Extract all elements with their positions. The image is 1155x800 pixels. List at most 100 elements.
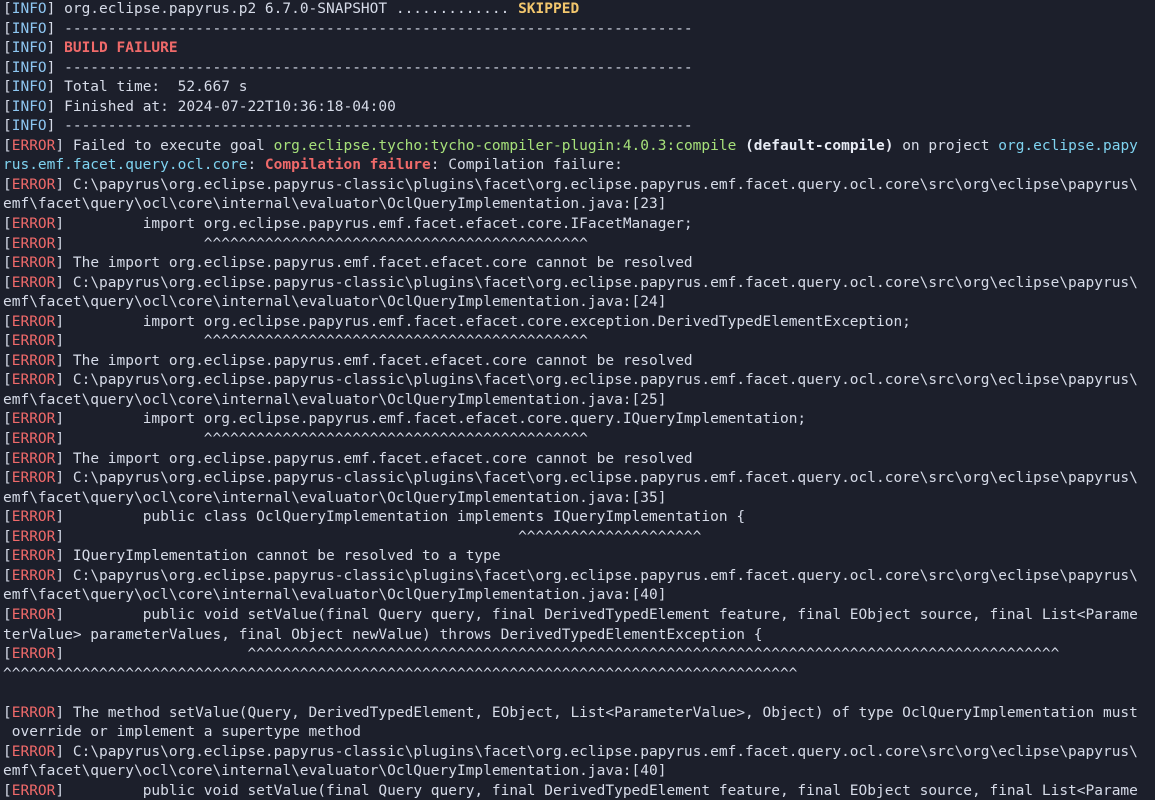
log-line: [ERROR] import org.eclipse.papyrus.emf.f… [3, 410, 1155, 430]
log-line: [ERROR] The method setValue(Query, Deriv… [3, 704, 1155, 724]
error-tag: [ERROR] [3, 333, 65, 350]
log-text-segment [55, 40, 64, 56]
log-line: [ERROR] The import org.eclipse.papyrus.e… [3, 450, 1155, 470]
log-line: [ERROR] public void setValue(final Query… [3, 782, 1155, 800]
log-text-segment: The import org.eclipse.papyrus.emf.facet… [64, 352, 693, 369]
info-tag: [INFO] [3, 59, 56, 76]
log-line: emf\facet\query\ocl\core\internal\evalua… [3, 586, 1155, 606]
log-line: [ERROR] C:\papyrus\org.eclipse.papyrus-c… [3, 274, 1155, 294]
log-text-segment: C:\papyrus\org.eclipse.papyrus-classic\p… [64, 176, 1138, 193]
log-text-segment: Finished at: 2024-07-22T10:36:18-04:00 [55, 98, 396, 115]
log-text-segment: C:\papyrus\org.eclipse.papyrus-classic\p… [64, 567, 1138, 584]
log-text-segment: public void setValue(final Query query, … [64, 782, 1138, 799]
log-line: [ERROR] ^^^^^^^^^^^^^^^^^^^^^^^^^^^^^^^^… [3, 645, 1155, 665]
log-text-segment: public class OclQueryImplementation impl… [64, 509, 746, 526]
log-line: [ERROR] ^^^^^^^^^^^^^^^^^^^^^^^^^^^^^^^^… [3, 430, 1155, 450]
error-tag: [ERROR] [3, 137, 65, 154]
error-tag: [ERROR] [3, 528, 65, 545]
log-text-segment: ----------------------------------------… [55, 118, 693, 135]
log-line: emf\facet\query\ocl\core\internal\evalua… [3, 195, 1155, 215]
log-text-segment: emf\facet\query\ocl\core\internal\evalua… [3, 391, 667, 408]
log-line: override or implement a supertype method [3, 723, 1155, 743]
log-text-segment: The import org.eclipse.papyrus.emf.facet… [64, 450, 693, 467]
log-line: [ERROR] public class OclQueryImplementat… [3, 508, 1155, 528]
log-text-segment: Total time: 52.667 s [55, 79, 248, 96]
error-tag: [ERROR] [3, 352, 65, 369]
error-tag: [ERROR] [3, 216, 65, 233]
error-tag: [ERROR] [3, 411, 65, 428]
error-tag: [ERROR] [3, 372, 65, 389]
log-text-segment: org.eclipse.tycho:tycho-compiler-plugin:… [273, 137, 737, 154]
log-line: terValue> parameterValues, final Object … [3, 626, 1155, 646]
log-line: [INFO] BUILD FAILURE [3, 39, 1155, 59]
log-text-segment: IQueryImplementation cannot be resolved … [64, 548, 501, 565]
log-line: [ERROR] public void setValue(final Query… [3, 606, 1155, 626]
log-text-segment: org.eclipse.papyrus.p2 6.7.0-SNAPSHOT ..… [55, 1, 519, 17]
log-line: emf\facet\query\ocl\core\internal\evalua… [3, 762, 1155, 782]
log-text-segment: import org.eclipse.papyrus.emf.facet.efa… [64, 216, 693, 233]
error-tag: [ERROR] [3, 646, 65, 663]
log-line: [INFO] ---------------------------------… [3, 117, 1155, 137]
log-text-segment: emf\facet\query\ocl\core\internal\evalua… [3, 489, 667, 506]
log-line: emf\facet\query\ocl\core\internal\evalua… [3, 391, 1155, 411]
log-text-segment: ----------------------------------------… [55, 20, 693, 37]
error-tag: [ERROR] [3, 470, 65, 487]
log-text-segment: : [247, 157, 265, 174]
log-text-segment: on project [893, 137, 999, 154]
log-text-segment: rus.emf.facet.query.ocl.core [3, 157, 248, 174]
error-tag: [ERROR] [3, 176, 65, 193]
log-line: [ERROR] Failed to execute goal org.eclip… [3, 137, 1155, 157]
info-tag: [INFO] [3, 79, 56, 96]
log-line: [ERROR] IQueryImplementation cannot be r… [3, 547, 1155, 567]
log-text-segment: Failed to execute goal [64, 137, 274, 154]
log-text-segment: C:\papyrus\org.eclipse.papyrus-classic\p… [64, 470, 1138, 487]
log-text-segment: emf\facet\query\ocl\core\internal\evalua… [3, 587, 667, 604]
log-line: [ERROR] ^^^^^^^^^^^^^^^^^^^^^^^^^^^^^^^^… [3, 332, 1155, 352]
log-text-segment: (default-compile) [745, 137, 894, 154]
log-text-segment: ^^^^^^^^^^^^^^^^^^^^^^^^^^^^^^^^^^^^^^^^… [3, 665, 798, 682]
error-tag: [ERROR] [3, 274, 65, 291]
terminal-output[interactable]: [INFO] org.eclipse.papyrus.p2 6.7.0-SNAP… [0, 0, 1155, 800]
log-text-segment: Compilation failure [264, 157, 431, 174]
log-line: [ERROR] C:\papyrus\org.eclipse.papyrus-c… [3, 743, 1155, 763]
error-tag: [ERROR] [3, 313, 65, 330]
log-line: [INFO] Total time: 52.667 s [3, 78, 1155, 98]
log-text-segment: org.eclipse.papy [998, 137, 1138, 154]
log-line: rus.emf.facet.query.ocl.core: Compilatio… [3, 156, 1155, 176]
info-tag: [INFO] [3, 1, 56, 17]
error-tag: [ERROR] [3, 235, 65, 252]
log-text-segment: import org.eclipse.papyrus.emf.facet.efa… [64, 313, 911, 330]
log-line: [ERROR] import org.eclipse.papyrus.emf.f… [3, 313, 1155, 333]
log-line: emf\facet\query\ocl\core\internal\evalua… [3, 489, 1155, 509]
error-tag: [ERROR] [3, 567, 65, 584]
log-text-segment: override or implement a supertype method [3, 724, 361, 741]
log-text-segment: The method setValue(Query, DerivedTypedE… [64, 704, 1138, 721]
log-line: [INFO] org.eclipse.papyrus.p2 6.7.0-SNAP… [3, 0, 1155, 20]
info-tag: [INFO] [3, 40, 56, 57]
log-line: [ERROR] C:\papyrus\org.eclipse.papyrus-c… [3, 567, 1155, 587]
log-text-segment: emf\facet\query\ocl\core\internal\evalua… [3, 294, 667, 311]
log-text-segment: public void setValue(final Query query, … [64, 606, 1138, 623]
log-line: [INFO] Finished at: 2024-07-22T10:36:18-… [3, 98, 1155, 118]
log-text-segment: C:\papyrus\org.eclipse.papyrus-classic\p… [64, 743, 1138, 760]
log-line: [ERROR] ^^^^^^^^^^^^^^^^^^^^^ [3, 528, 1155, 548]
log-text-segment: terValue> parameterValues, final Object … [3, 626, 763, 643]
log-text-segment: emf\facet\query\ocl\core\internal\evalua… [3, 196, 667, 213]
error-tag: [ERROR] [3, 782, 65, 799]
log-text-segment: emf\facet\query\ocl\core\internal\evalua… [3, 763, 667, 780]
log-line: [ERROR] import org.eclipse.papyrus.emf.f… [3, 215, 1155, 235]
log-line: [INFO] ---------------------------------… [3, 20, 1155, 40]
log-line: [ERROR] ^^^^^^^^^^^^^^^^^^^^^^^^^^^^^^^^… [3, 235, 1155, 255]
log-text-segment: ^^^^^^^^^^^^^^^^^^^^^^^^^^^^^^^^^^^^^^^^… [64, 333, 588, 350]
log-text-segment [736, 138, 745, 154]
log-text-segment: ^^^^^^^^^^^^^^^^^^^^^^^^^^^^^^^^^^^^^^^^… [64, 646, 1060, 663]
log-text-segment: ----------------------------------------… [55, 59, 693, 76]
error-tag: [ERROR] [3, 606, 65, 623]
log-text-segment: ^^^^^^^^^^^^^^^^^^^^^^^^^^^^^^^^^^^^^^^^… [64, 235, 588, 252]
log-line: [ERROR] The import org.eclipse.papyrus.e… [3, 254, 1155, 274]
log-text-segment: The import org.eclipse.papyrus.emf.facet… [64, 255, 693, 272]
log-text-segment: BUILD FAILURE [64, 40, 178, 57]
error-tag: [ERROR] [3, 743, 65, 760]
error-tag: [ERROR] [3, 255, 65, 272]
